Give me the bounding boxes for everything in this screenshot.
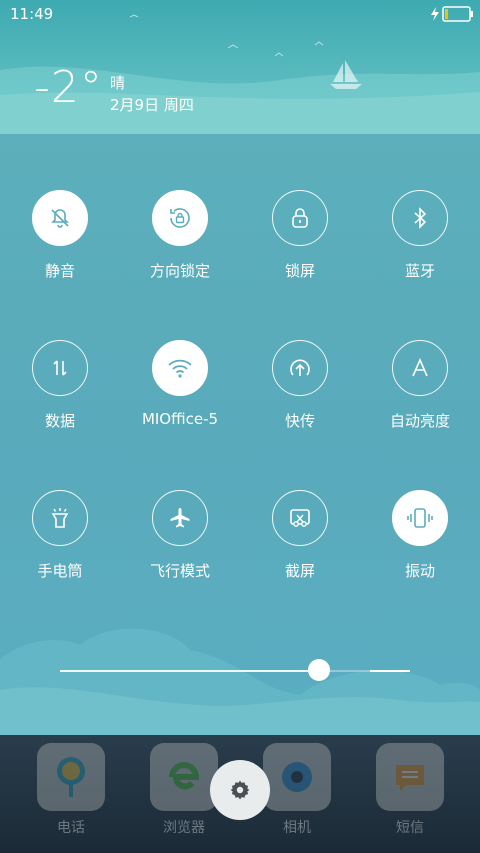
toggle-quick-transfer[interactable]: 快传 [240,340,360,431]
lock-icon [272,190,328,246]
toggle-flashlight[interactable]: 手电筒 [0,490,120,581]
vibrate-icon [392,490,448,546]
charging-icon [431,7,439,21]
app-label: 电话 [57,820,85,836]
toggle-auto-brightness[interactable]: 自动亮度 [360,340,480,431]
toggle-label: 锁屏 [284,262,315,280]
dock-app-browser[interactable]: 浏览器 [149,743,219,837]
temperature: -2° [34,62,103,113]
toggle-mobile-data[interactable]: 数据 [0,340,120,431]
brightness-track-end [370,670,410,672]
dock-app-messages[interactable]: 短信 [375,743,445,837]
brightness-slider[interactable] [60,670,410,672]
messages-app-icon [376,743,444,811]
toggle-lock-screen[interactable]: 锁屏 [240,190,360,281]
toggle-label: 数据 [44,412,75,430]
date: 2月9日 周四 [110,96,194,114]
browser-app-icon [150,743,218,811]
flashlight-icon [32,490,88,546]
status-bar: 11:49 [0,0,480,28]
toggle-bluetooth[interactable]: 蓝牙 [360,190,480,281]
toggle-label: 截屏 [284,562,315,580]
toggle-label: 飞行模式 [149,562,210,580]
battery-icon [442,6,473,22]
toggle-label: MIOffice-5 [141,410,219,428]
toggle-label: 手电筒 [37,562,83,580]
mobile-data-icon [32,340,88,396]
rotation-lock-icon [152,190,208,246]
toggle-vibrate[interactable]: 振动 [360,490,480,581]
airplane-icon [152,490,208,546]
dock-app-phone[interactable]: 电话 [36,743,106,837]
clock: 11:49 [10,5,54,23]
auto-brightness-icon [392,340,448,396]
toggle-label: 蓝牙 [404,262,435,280]
cloud-decoration [0,628,480,735]
quick-transfer-icon [272,340,328,396]
weather-banner[interactable]: 11:49 -2° 晴 2月9日 周四 [0,0,480,134]
bluetooth-icon [392,190,448,246]
brightness-fill [60,670,319,672]
wifi-icon [152,340,208,396]
screenshot-icon [272,490,328,546]
settings-button[interactable] [210,760,270,820]
app-label: 浏览器 [163,820,205,836]
app-label: 短信 [396,820,424,836]
app-label: 相机 [283,820,311,836]
phone-app-icon [37,743,105,811]
toggle-label: 静音 [44,262,75,280]
gear-icon [230,780,250,800]
brightness-thumb[interactable] [308,659,330,681]
toggle-label: 方向锁定 [149,262,210,280]
toggle-label: 快传 [284,412,315,430]
toggle-wifi[interactable]: MIOffice-5 [120,340,240,428]
bell-mute-icon [32,190,88,246]
toggle-label: 自动亮度 [389,412,450,430]
toggle-mute[interactable]: 静音 [0,190,120,281]
toggle-label: 振动 [404,562,435,580]
weather-condition: 晴 [110,74,126,92]
toggle-screenshot[interactable]: 截屏 [240,490,360,581]
toggle-airplane[interactable]: 飞行模式 [120,490,240,581]
notification-panel: 11:49 -2° 晴 2月9日 周四 静音 方向锁定 锁屏 蓝牙 数据 MIO… [0,0,480,735]
toggle-rotation-lock[interactable]: 方向锁定 [120,190,240,281]
dock-app-camera[interactable]: 相机 [262,743,332,837]
camera-app-icon [263,743,331,811]
